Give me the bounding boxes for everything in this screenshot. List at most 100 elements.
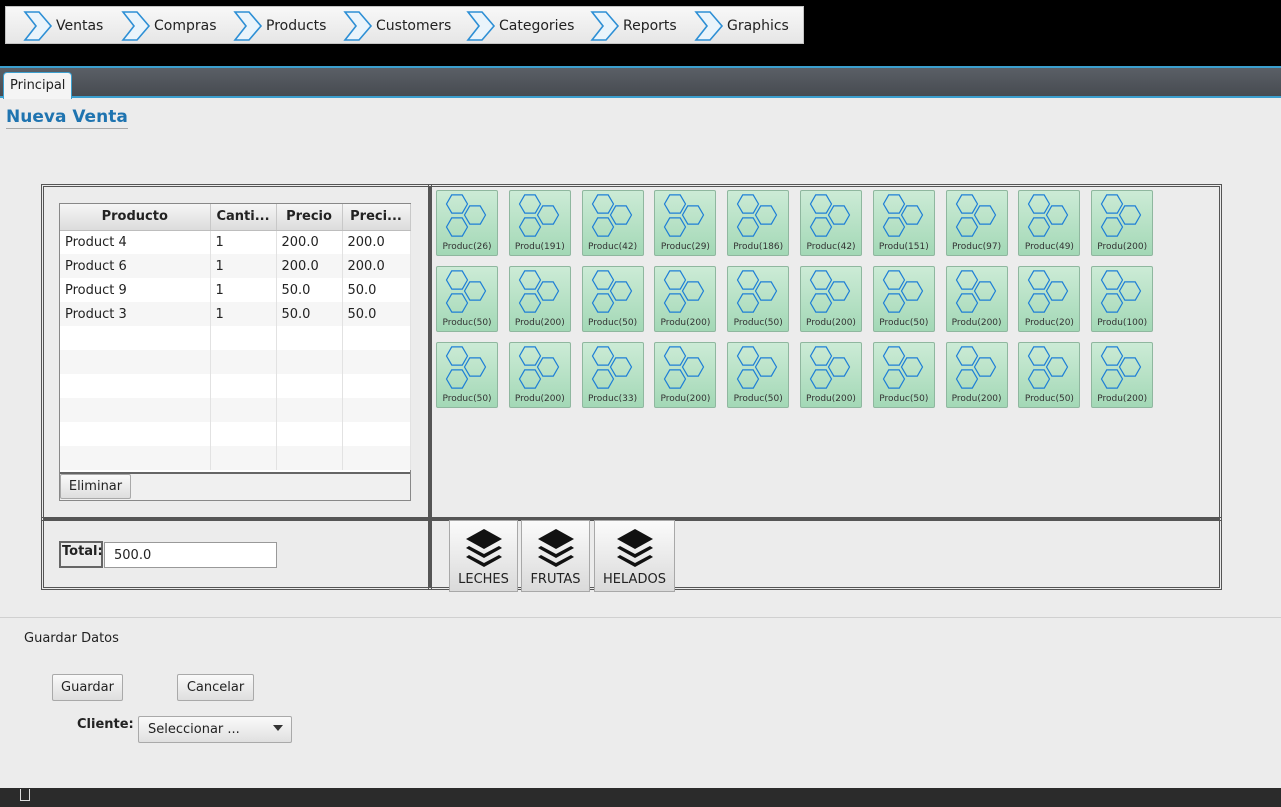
tab-strip: Principal: [0, 66, 1281, 99]
product-tile[interactable]: Produ(200): [654, 266, 717, 332]
hexagons-icon: [955, 346, 996, 389]
cancelar-button[interactable]: Cancelar: [177, 674, 254, 701]
product-tile[interactable]: Produ(200): [508, 342, 571, 408]
product-tile[interactable]: Produ(200): [800, 342, 862, 408]
hexagons-icon: [591, 270, 632, 313]
hexagons-icon: [809, 346, 851, 389]
table-row[interactable]: [60, 326, 411, 350]
product-tile-label: Produc(50): [879, 318, 929, 328]
cliente-select[interactable]: Seleccionar ...: [138, 716, 292, 743]
product-tile-label: Produc(50): [1024, 394, 1074, 404]
tab-principal[interactable]: Principal: [3, 72, 73, 99]
hexagons-icon: [518, 194, 559, 237]
product-tile-label: Produc(50): [588, 318, 638, 328]
product-tile[interactable]: Produc(50): [436, 342, 498, 408]
table-cell: [60, 374, 211, 398]
product-tile-label: Produ(200): [1097, 394, 1148, 404]
column-header-cantidad[interactable]: Canti...: [210, 204, 277, 231]
product-tile[interactable]: Produ(200): [800, 266, 862, 332]
product-tile[interactable]: Produ(200): [654, 342, 717, 408]
table-footer: Eliminar: [60, 472, 410, 500]
product-tile[interactable]: Produc(50): [436, 266, 498, 332]
product-tile-label: Produc(50): [442, 318, 492, 328]
hexagons-icon: [955, 194, 996, 237]
product-tile[interactable]: Produ(100): [1091, 266, 1154, 332]
product-tile[interactable]: Produc(26): [436, 190, 498, 256]
product-tile[interactable]: Produc(50): [1018, 342, 1081, 408]
product-tile-label: Produc(50): [733, 394, 783, 404]
product-tile[interactable]: Produc(50): [872, 342, 935, 408]
table-row[interactable]: [60, 398, 411, 422]
product-tile[interactable]: Produc(42): [581, 190, 644, 256]
product-tile[interactable]: Produc(29): [654, 190, 717, 256]
product-tile-label: Produc(97): [952, 242, 1002, 252]
product-tile[interactable]: Produ(191): [508, 190, 571, 256]
table-cell: [60, 350, 211, 374]
table-cell: [60, 398, 211, 422]
table-cell: [210, 422, 277, 446]
chevron-right-icon: [233, 11, 263, 41]
hexagons-icon: [664, 194, 705, 237]
product-tile-label: Produ(200): [806, 394, 856, 404]
table-cell: 1: [210, 302, 277, 326]
product-tile[interactable]: Produ(200): [1091, 190, 1154, 256]
product-tile-label: Produ(200): [951, 318, 1002, 328]
table-cell: 50.0: [342, 278, 411, 302]
product-tile[interactable]: Produc(42): [800, 190, 862, 256]
table-header-row: Producto Canti... Precio Preci...: [60, 204, 411, 231]
product-tile[interactable]: Produc(50): [727, 266, 790, 332]
product-tile[interactable]: Produc(33): [581, 342, 644, 408]
page-title: Nueva Venta: [6, 107, 128, 129]
table-cell: 200.0: [276, 230, 343, 254]
table-cell: Product 6: [60, 254, 211, 278]
menu-item-label: Customers: [376, 18, 452, 34]
category-button-helados[interactable]: HELADOS: [594, 520, 675, 592]
product-tile-label: Produc(49): [1024, 242, 1074, 252]
product-tile[interactable]: Produc(97): [945, 190, 1008, 256]
product-tile[interactable]: Produc(20): [1018, 266, 1081, 332]
category-label: FRUTAS: [530, 572, 581, 587]
table-cell: 50.0: [276, 302, 343, 326]
chevron-down-icon: [273, 725, 283, 731]
product-tile[interactable]: Produ(200): [945, 266, 1008, 332]
table-row[interactable]: [60, 446, 411, 470]
table-row[interactable]: Product 6 1 200.0 200.0: [60, 254, 411, 278]
table-row[interactable]: Product 3 1 50.0 50.0: [60, 302, 411, 326]
product-tile-label: Produ(186): [733, 242, 784, 252]
product-tile-label: Produ(100): [1097, 318, 1148, 328]
menu-item-label: Graphics: [727, 18, 789, 34]
table-cell: [276, 350, 343, 374]
product-tile[interactable]: Produ(151): [872, 190, 935, 256]
product-tile[interactable]: Produ(200): [508, 266, 571, 332]
hexagons-icon: [445, 346, 487, 389]
product-tile[interactable]: Produc(49): [1018, 190, 1081, 256]
product-tile[interactable]: Produ(186): [727, 190, 790, 256]
category-button-leches[interactable]: LECHES: [449, 520, 518, 592]
table-row[interactable]: [60, 350, 411, 374]
text-cursor-icon: [20, 789, 30, 801]
table-cell: [342, 446, 411, 470]
product-tile[interactable]: Produ(200): [945, 342, 1008, 408]
hexagons-icon: [1028, 270, 1069, 313]
column-header-precio[interactable]: Precio: [276, 204, 343, 231]
product-tile[interactable]: Produc(50): [872, 266, 935, 332]
menu-item-label: Compras: [154, 18, 217, 34]
total-field[interactable]: [104, 542, 277, 568]
guardar-button[interactable]: Guardar: [52, 674, 123, 701]
hexagons-icon: [955, 270, 996, 313]
category-button-frutas[interactable]: FRUTAS: [521, 520, 590, 592]
product-tile[interactable]: Produc(50): [727, 342, 790, 408]
table-row[interactable]: [60, 374, 411, 398]
product-tile[interactable]: Produc(50): [581, 266, 644, 332]
product-tile[interactable]: Produ(200): [1091, 342, 1154, 408]
table-row[interactable]: Product 4 1 200.0 200.0: [60, 230, 411, 254]
column-header-producto[interactable]: Producto: [60, 204, 211, 231]
column-header-precio-total[interactable]: Preci...: [342, 204, 411, 231]
table-row[interactable]: Product 9 1 50.0 50.0: [60, 278, 411, 302]
cliente-select-value: Seleccionar ...: [148, 722, 240, 737]
eliminar-button[interactable]: Eliminar: [60, 474, 131, 499]
menu-item-label: Reports: [623, 18, 677, 34]
hexagons-icon: [882, 270, 923, 313]
table-cell: Product 3: [60, 302, 211, 326]
table-row[interactable]: [60, 422, 411, 446]
